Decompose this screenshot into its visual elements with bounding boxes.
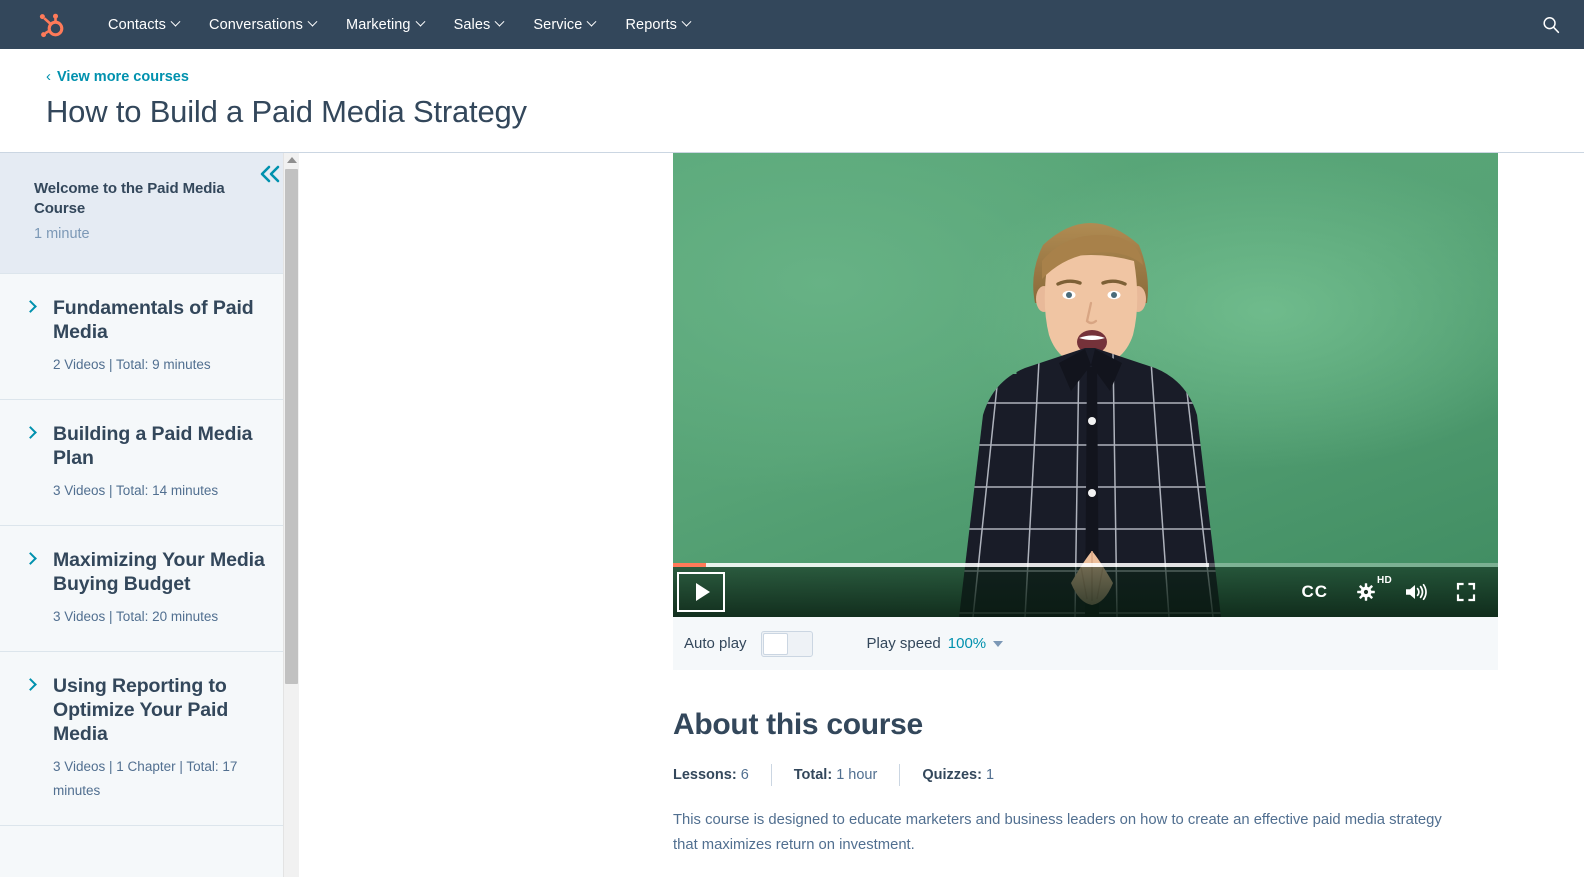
hubspot-sprocket-logo-icon <box>34 9 66 41</box>
lesson-title: Using Reporting to Optimize Your Paid Me… <box>53 674 273 747</box>
caret-down-icon[interactable] <box>993 641 1003 647</box>
chevron-down-icon <box>308 17 318 27</box>
play-icon <box>696 583 710 601</box>
chevron-right-icon <box>24 426 37 439</box>
video-progress-played <box>673 563 706 567</box>
sidebar-scrollbar[interactable] <box>283 153 299 877</box>
volume-button[interactable] <box>1404 582 1428 602</box>
lesson-title: Maximizing Your Media Buying Budget <box>53 548 273 596</box>
nav-items: Contacts Conversations Marketing Sales S… <box>106 11 692 39</box>
chevron-down-icon <box>415 17 425 27</box>
breadcrumb-label: View more courses <box>57 69 189 85</box>
nav-item-marketing[interactable]: Marketing <box>344 11 426 39</box>
nav-item-contacts[interactable]: Contacts <box>106 11 181 39</box>
chevron-down-icon <box>171 17 181 27</box>
play-speed-control: Play speed 100% <box>867 635 1004 652</box>
course-lessons-sidebar: Welcome to the Paid Media Course 1 minut… <box>0 153 299 877</box>
play-button[interactable] <box>677 572 725 612</box>
double-chevron-left-icon <box>257 163 283 185</box>
collapse-sidebar-button[interactable] <box>255 161 285 192</box>
nav-item-conversations[interactable]: Conversations <box>207 11 318 39</box>
video-progress-bar[interactable] <box>673 563 1498 567</box>
nav-item-conversations-label: Conversations <box>209 17 303 33</box>
breadcrumb-back-arrow-icon: ‹ <box>46 69 51 84</box>
chevron-down-icon <box>681 17 691 27</box>
scrollbar-thumb[interactable] <box>285 169 298 684</box>
stat-quizzes: Quizzes: 1 <box>900 767 1016 783</box>
chevron-down-icon <box>587 17 597 27</box>
about-this-course-section: About this course Lessons: 6 Total: 1 ho… <box>673 708 1473 859</box>
about-description: This course is designed to educate marke… <box>673 808 1448 859</box>
nav-item-service[interactable]: Service <box>531 11 597 39</box>
nav-item-contacts-label: Contacts <box>108 17 166 33</box>
stat-lessons-label: Lessons: <box>673 767 737 783</box>
search-icon <box>1541 15 1561 35</box>
cc-icon: CC <box>1301 582 1328 602</box>
lesson-title: Fundamentals of Paid Media <box>53 296 273 344</box>
nav-item-marketing-label: Marketing <box>346 17 411 33</box>
lesson-title: Building a Paid Media Plan <box>53 422 273 470</box>
nav-item-service-label: Service <box>533 17 582 33</box>
video-controls-bar: CC <box>673 567 1498 617</box>
autoplay-toggle-knob <box>763 633 788 655</box>
sidebar-lesson-using-reporting[interactable]: Using Reporting to Optimize Your Paid Me… <box>0 652 299 826</box>
video-presenter-figure <box>673 153 1498 617</box>
sidebar-lesson-building-plan[interactable]: Building a Paid Media Plan 3 Videos | To… <box>0 400 299 526</box>
nav-item-reports[interactable]: Reports <box>623 11 691 39</box>
player-options-bar: Auto play Play speed 100% <box>673 617 1498 670</box>
quality-settings-button[interactable]: HD <box>1356 582 1376 602</box>
hd-badge-label: HD <box>1377 575 1392 586</box>
about-stats: Lessons: 6 Total: 1 hour Quizzes: 1 <box>673 764 1473 786</box>
chevron-down-icon <box>495 17 505 27</box>
stat-quizzes-label: Quizzes: <box>922 767 982 783</box>
breadcrumb-view-more-courses[interactable]: ‹ View more courses <box>46 69 189 85</box>
main-content: CC <box>299 153 1584 877</box>
play-speed-label: Play speed <box>867 635 941 652</box>
hubspot-logo-button[interactable] <box>20 9 80 41</box>
fullscreen-icon <box>1456 582 1476 602</box>
video-controls-right: CC <box>1301 582 1498 602</box>
page-body: Welcome to the Paid Media Course 1 minut… <box>0 152 1584 877</box>
stat-total-label: Total: <box>794 767 832 783</box>
top-navigation-bar: Contacts Conversations Marketing Sales S… <box>0 0 1584 49</box>
stat-lessons-value: 6 <box>741 767 749 783</box>
sidebar-lesson-list: Welcome to the Paid Media Course 1 minut… <box>0 153 299 877</box>
lesson-meta: 2 Videos | Total: 9 minutes <box>53 353 273 377</box>
stat-lessons: Lessons: 6 <box>673 767 771 783</box>
stat-total: Total: 1 hour <box>772 767 900 783</box>
lesson-meta: 3 Videos | Total: 20 minutes <box>53 605 273 629</box>
lesson-meta: 3 Videos | Total: 14 minutes <box>53 479 273 503</box>
sidebar-lesson-partial[interactable] <box>0 826 299 877</box>
autoplay-toggle[interactable] <box>761 631 813 657</box>
search-button[interactable] <box>1536 10 1566 40</box>
scroll-up-arrow-icon[interactable] <box>287 157 297 163</box>
stat-total-value: 1 hour <box>836 767 877 783</box>
nav-item-sales[interactable]: Sales <box>452 11 506 39</box>
volume-icon <box>1404 582 1428 602</box>
about-title: About this course <box>673 708 1473 742</box>
page-title: How to Build a Paid Media Strategy <box>46 94 1584 130</box>
page-header: ‹ View more courses How to Build a Paid … <box>0 49 1584 152</box>
video-player[interactable]: CC <box>673 153 1498 617</box>
play-speed-value[interactable]: 100% <box>948 635 986 652</box>
sidebar-lesson-maximizing-budget[interactable]: Maximizing Your Media Buying Budget 3 Vi… <box>0 526 299 652</box>
nav-item-reports-label: Reports <box>625 17 676 33</box>
fullscreen-button[interactable] <box>1456 582 1476 602</box>
sidebar-lesson-fundamentals[interactable]: Fundamentals of Paid Media 2 Videos | To… <box>0 274 299 400</box>
video-progress-loaded <box>673 563 1209 567</box>
autoplay-label: Auto play <box>684 635 747 652</box>
lesson-title: Welcome to the Paid Media Course <box>34 179 239 219</box>
video-column: CC <box>673 153 1498 859</box>
chevron-right-icon <box>24 552 37 565</box>
lesson-meta: 1 minute <box>34 222 239 247</box>
nav-item-sales-label: Sales <box>454 17 491 33</box>
gear-icon <box>1356 582 1376 602</box>
chevron-right-icon <box>24 678 37 691</box>
lesson-meta: 3 Videos | 1 Chapter | Total: 17 minutes <box>53 755 273 802</box>
stat-quizzes-value: 1 <box>986 767 994 783</box>
chevron-right-icon <box>24 300 37 313</box>
captions-button[interactable]: CC <box>1301 582 1328 602</box>
